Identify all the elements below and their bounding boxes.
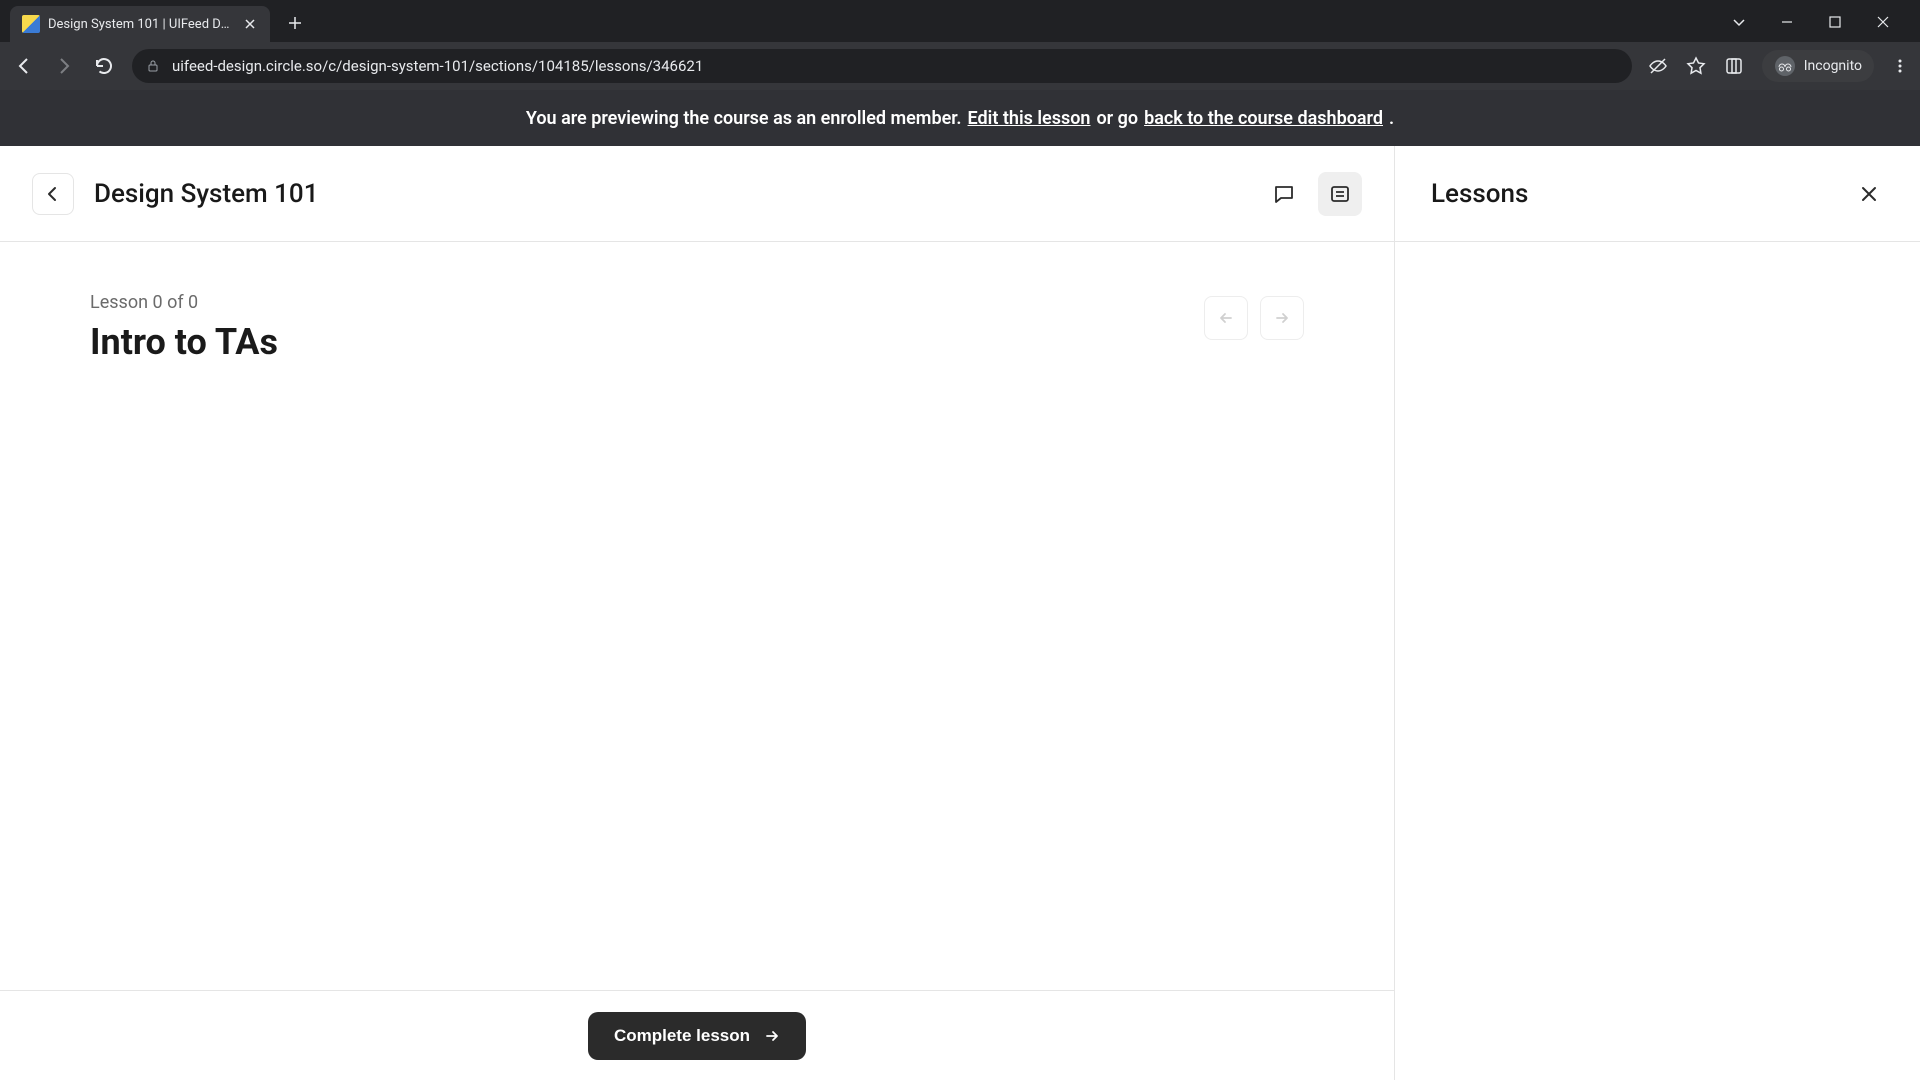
- app-area: Design System 101 Lesson 0 of 0 Intro to…: [0, 146, 1920, 1080]
- browser-tab[interactable]: Design System 101 | UIFeed Desi: [10, 6, 270, 42]
- back-to-dashboard-link[interactable]: back to the course dashboard: [1144, 108, 1383, 129]
- header-actions: [1262, 172, 1362, 216]
- course-title: Design System 101: [94, 179, 318, 209]
- url-field[interactable]: uifeed-design.circle.so/c/design-system-…: [132, 49, 1632, 83]
- nav-back-icon[interactable]: [12, 54, 36, 78]
- comments-button[interactable]: [1262, 172, 1306, 216]
- tab-title: Design System 101 | UIFeed Desi: [48, 17, 234, 32]
- tab-close-icon[interactable]: [242, 16, 258, 32]
- tab-favicon-icon: [22, 15, 40, 33]
- nav-reload-icon[interactable]: [92, 54, 116, 78]
- window-controls: [1724, 7, 1920, 37]
- window-maximize-icon[interactable]: [1820, 7, 1850, 37]
- incognito-badge[interactable]: Incognito: [1762, 50, 1874, 82]
- lesson-title: Intro to TAs: [90, 321, 1304, 363]
- banner-suffix: .: [1389, 108, 1394, 129]
- banner-prefix: You are previewing the course as an enro…: [526, 108, 962, 129]
- bookmark-star-icon[interactable]: [1686, 56, 1706, 76]
- footer-bar: Complete lesson: [0, 990, 1394, 1080]
- banner-middle: or go: [1096, 108, 1138, 129]
- lesson-counter: Lesson 0 of 0: [90, 292, 1304, 313]
- window-close-icon[interactable]: [1868, 7, 1898, 37]
- extensions-icon[interactable]: [1724, 56, 1744, 76]
- chevron-down-icon[interactable]: [1724, 7, 1754, 37]
- arrow-right-icon: [764, 1028, 780, 1044]
- eye-off-icon[interactable]: [1648, 56, 1668, 76]
- kebab-menu-icon[interactable]: [1892, 58, 1908, 74]
- sidebar-header: Lessons: [1395, 146, 1920, 242]
- complete-lesson-button[interactable]: Complete lesson: [588, 1012, 806, 1060]
- sidebar-close-button[interactable]: [1854, 179, 1884, 209]
- new-tab-button[interactable]: [280, 8, 310, 38]
- lesson-nav: [1204, 296, 1304, 340]
- nav-forward-icon[interactable]: [52, 54, 76, 78]
- lesson-content: Lesson 0 of 0 Intro to TAs: [0, 242, 1394, 990]
- address-bar-right: Incognito: [1648, 50, 1908, 82]
- lessons-sidebar: Lessons: [1395, 146, 1920, 1080]
- sidebar-title: Lessons: [1431, 179, 1854, 209]
- incognito-label: Incognito: [1804, 58, 1862, 74]
- tab-bar: Design System 101 | UIFeed Desi: [0, 0, 1920, 42]
- back-button[interactable]: [32, 173, 74, 215]
- app-header: Design System 101: [0, 146, 1394, 242]
- next-lesson-button[interactable]: [1260, 296, 1304, 340]
- edit-lesson-link[interactable]: Edit this lesson: [968, 108, 1091, 129]
- lock-icon: [146, 59, 160, 73]
- app-main: Design System 101 Lesson 0 of 0 Intro to…: [0, 146, 1395, 1080]
- window-minimize-icon[interactable]: [1772, 7, 1802, 37]
- address-bar: uifeed-design.circle.so/c/design-system-…: [0, 42, 1920, 90]
- lessons-list-button[interactable]: [1318, 172, 1362, 216]
- prev-lesson-button[interactable]: [1204, 296, 1248, 340]
- browser-chrome: Design System 101 | UIFeed Desi: [0, 0, 1920, 90]
- url-text: uifeed-design.circle.so/c/design-system-…: [172, 57, 1618, 75]
- preview-banner: You are previewing the course as an enro…: [0, 90, 1920, 146]
- complete-lesson-label: Complete lesson: [614, 1026, 750, 1046]
